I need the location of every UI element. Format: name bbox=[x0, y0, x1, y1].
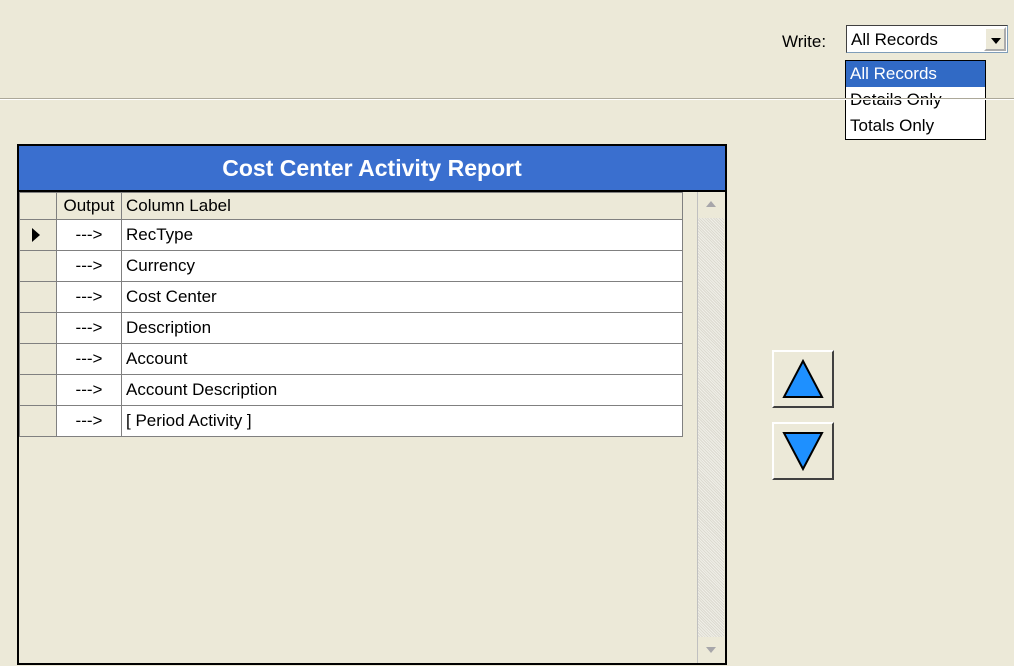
table-row[interactable]: ---> Description bbox=[19, 312, 683, 344]
output-cell[interactable]: ---> bbox=[56, 281, 122, 313]
row-selector[interactable] bbox=[19, 374, 57, 406]
output-cell[interactable]: ---> bbox=[56, 250, 122, 282]
column-label-cell[interactable]: [ Period Activity ] bbox=[121, 405, 683, 437]
output-cell[interactable]: ---> bbox=[56, 219, 122, 251]
scroll-down-button[interactable] bbox=[698, 637, 724, 663]
chevron-down-icon bbox=[991, 38, 1001, 44]
row-selector[interactable] bbox=[19, 312, 57, 344]
scroll-up-arrow-icon bbox=[706, 201, 716, 207]
row-selector-header bbox=[19, 192, 57, 220]
output-cell[interactable]: ---> bbox=[56, 374, 122, 406]
row-selector[interactable] bbox=[19, 343, 57, 375]
write-combo-dropdown-button[interactable] bbox=[984, 27, 1006, 51]
column-label-cell[interactable]: RecType bbox=[121, 219, 683, 251]
output-column-header[interactable]: Output bbox=[56, 192, 122, 220]
scroll-up-button[interactable] bbox=[698, 192, 724, 218]
output-cell[interactable]: ---> bbox=[56, 405, 122, 437]
table-row[interactable]: ---> [ Period Activity ] bbox=[19, 405, 683, 437]
vertical-scrollbar[interactable] bbox=[697, 192, 724, 663]
row-pointer-icon bbox=[32, 228, 40, 242]
column-label-cell[interactable]: Currency bbox=[121, 250, 683, 282]
write-option-details-only[interactable]: Details Only bbox=[846, 87, 985, 113]
triangle-up-icon bbox=[782, 359, 824, 398]
move-up-button[interactable] bbox=[772, 350, 834, 408]
triangle-down-icon bbox=[782, 432, 824, 471]
grid-header-row: Output Column Label bbox=[19, 192, 683, 220]
grid-title: Cost Center Activity Report bbox=[19, 146, 725, 192]
column-label-cell[interactable]: Account Description bbox=[121, 374, 683, 406]
column-label-header[interactable]: Column Label bbox=[121, 192, 683, 220]
table-row[interactable]: ---> RecType bbox=[19, 219, 683, 251]
write-option-all-records[interactable]: All Records bbox=[846, 61, 985, 87]
table-row[interactable]: ---> Account bbox=[19, 343, 683, 375]
output-cell[interactable]: ---> bbox=[56, 343, 122, 375]
column-label-cell[interactable]: Account bbox=[121, 343, 683, 375]
column-label-cell[interactable]: Description bbox=[121, 312, 683, 344]
output-cell[interactable]: ---> bbox=[56, 312, 122, 344]
row-selector[interactable] bbox=[19, 281, 57, 313]
write-combo[interactable]: All Records bbox=[846, 25, 1008, 53]
scroll-down-arrow-icon bbox=[706, 647, 716, 653]
row-selector[interactable] bbox=[19, 250, 57, 282]
move-down-button[interactable] bbox=[772, 422, 834, 480]
table-row[interactable]: ---> Cost Center bbox=[19, 281, 683, 313]
write-dropdown-list: All Records Details Only Totals Only bbox=[845, 60, 986, 140]
table-row[interactable]: ---> Currency bbox=[19, 250, 683, 282]
grid-table: Output Column Label ---> RecType ---> Cu… bbox=[19, 192, 697, 437]
write-label: Write: bbox=[782, 32, 827, 51]
table-row[interactable]: ---> Account Description bbox=[19, 374, 683, 406]
row-selector[interactable] bbox=[19, 219, 57, 251]
write-option-totals-only[interactable]: Totals Only bbox=[846, 113, 985, 139]
report-grid: Cost Center Activity Report Output Colum… bbox=[17, 144, 727, 665]
divider bbox=[0, 98, 1014, 100]
column-label-cell[interactable]: Cost Center bbox=[121, 281, 683, 313]
write-combo-value: All Records bbox=[851, 30, 938, 49]
row-selector[interactable] bbox=[19, 405, 57, 437]
